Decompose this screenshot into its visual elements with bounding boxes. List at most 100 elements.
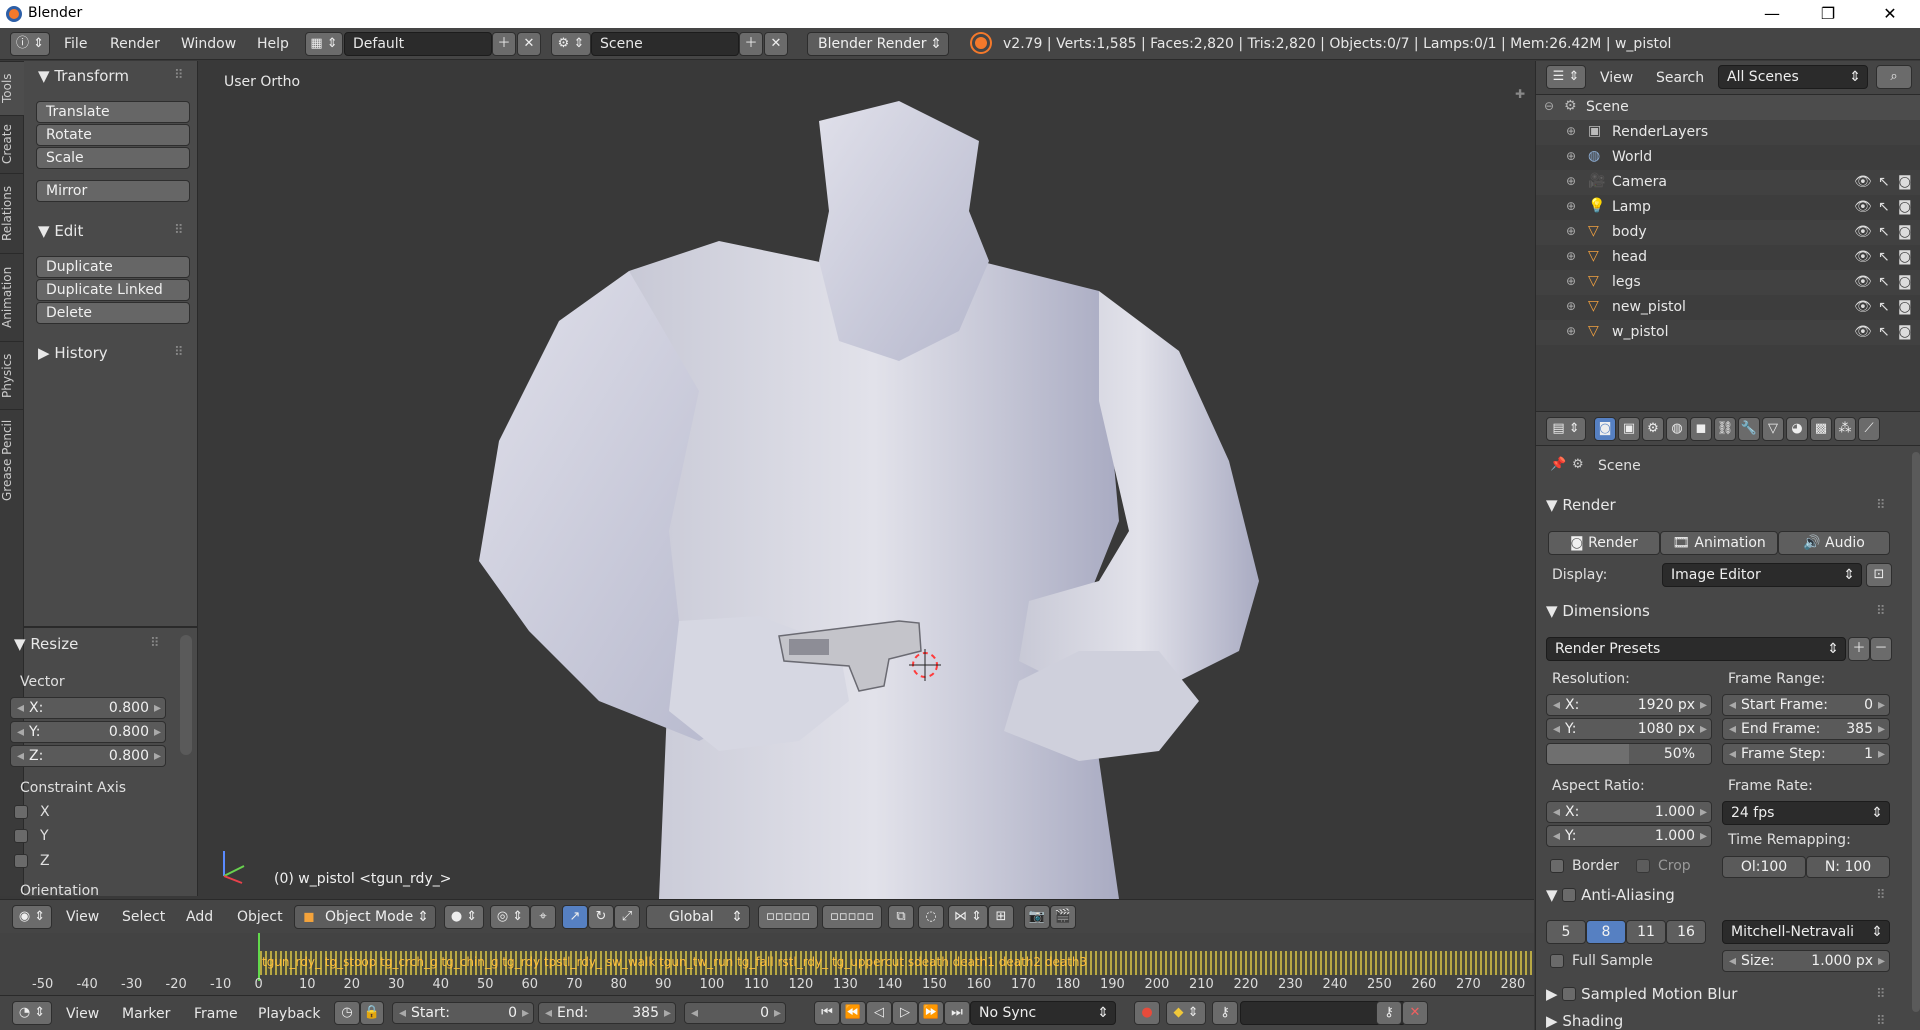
time-remap-new-field[interactable]: N: 100 (1806, 856, 1890, 878)
render-button[interactable]: ◙ Render (1548, 531, 1660, 555)
visibility-eye-icon[interactable]: 👁 (1854, 199, 1872, 215)
selectable-cursor-icon[interactable]: ↖ (1878, 174, 1890, 190)
jump-end-icon[interactable]: ⏭ (944, 1001, 970, 1025)
visibility-eye-icon[interactable]: 👁 (1854, 299, 1872, 315)
aspect-x-field[interactable]: ◂ X: 1.000 ▸ (1546, 801, 1712, 823)
outliner-item[interactable]: ⊕ ▽ legs 👁 ↖ ◙ (1536, 270, 1920, 295)
remove-preset-icon[interactable]: － (1870, 637, 1892, 661)
frame-step-field[interactable]: ◂ Frame Step: 1 ▸ (1722, 743, 1890, 765)
frame-ruler[interactable]: -50 -40 -30 -20 -10 0 10 20 30 40 50 60 70 80 90 100 110… (0, 977, 1534, 995)
render-preview-icon[interactable]: 📷 (1024, 905, 1050, 929)
render-presets-select[interactable]: Render Presets ⇕ (1546, 637, 1846, 661)
render-layers-context-icon[interactable]: ▣ (1618, 417, 1640, 441)
editor-type-properties-icon[interactable]: ▤ ⇕ (1546, 417, 1586, 441)
renderable-camera-icon[interactable]: ◙ (1898, 174, 1912, 190)
proportional-edit-icon[interactable]: ◌ (918, 905, 944, 929)
aa-filter-select[interactable]: Mitchell-Netravali ⇕ (1722, 920, 1890, 944)
motion-blur-panel-header[interactable]: ▶ Sampled Motion Blur (1546, 985, 1737, 1003)
preview-range-icon[interactable]: ◷ (334, 1001, 360, 1025)
expand-icon[interactable]: ⊕ (1566, 324, 1576, 338)
add-layout-icon[interactable]: ＋ (492, 32, 516, 56)
outliner-item[interactable]: ⊕ ▽ head 👁 ↖ ◙ (1536, 245, 1920, 270)
drag-handle-icon[interactable]: ⠿ (1876, 604, 1886, 619)
3d-viewport[interactable]: User Ortho ✚ (0) w_pistol <tgun_rdy_> (199, 61, 1534, 899)
constraint-x-checkbox[interactable] (14, 805, 28, 819)
texture-context-icon[interactable]: ▩ (1810, 417, 1832, 441)
renderable-camera-icon[interactable]: ◙ (1898, 224, 1912, 240)
scrollbar[interactable] (180, 635, 192, 755)
search-icon[interactable]: ⌕ (1876, 65, 1912, 89)
tab-tools[interactable]: Tools (0, 61, 24, 115)
screen-layout-icon[interactable]: ▦ ⇕ (305, 32, 343, 56)
renderable-camera-icon[interactable]: ◙ (1898, 324, 1912, 340)
scene-icon[interactable]: ⚙ ⇕ (551, 32, 591, 56)
transform-orientation-select[interactable]: Global ⇕ (646, 905, 750, 929)
menu-outliner-view[interactable]: View (1600, 70, 1633, 86)
menu-playback[interactable]: Playback (258, 1006, 320, 1022)
border-checkbox[interactable] (1550, 859, 1564, 873)
anti-aliasing-panel-header[interactable]: ▼ Anti-Aliasing (1546, 886, 1675, 904)
lock-layers-icon[interactable]: ⧉ (888, 905, 914, 929)
collapse-icon[interactable]: ⊖ (1544, 99, 1554, 113)
drag-handle-icon[interactable]: ⠿ (1876, 888, 1886, 903)
drag-handle-icon[interactable]: ⠿ (174, 223, 184, 238)
menu-view[interactable]: View (66, 909, 99, 925)
renderable-camera-icon[interactable]: ◙ (1898, 299, 1912, 315)
material-context-icon[interactable]: ◕ (1786, 417, 1808, 441)
expand-icon[interactable]: ⊕ (1566, 274, 1576, 288)
outliner-item[interactable]: ⊕ ▣ RenderLayers (1536, 120, 1920, 145)
selectable-cursor-icon[interactable]: ↖ (1878, 224, 1890, 240)
full-sample-checkbox[interactable] (1550, 954, 1564, 968)
visibility-eye-icon[interactable]: 👁 (1854, 324, 1872, 340)
aa-samples-5[interactable]: 5 (1546, 920, 1586, 944)
drag-handle-icon[interactable]: ⠿ (1876, 987, 1886, 1002)
vector-x-field[interactable]: ◂ X: 0.800 ▸ (10, 697, 166, 719)
pin-icon[interactable]: 📌 (1550, 457, 1566, 472)
visibility-eye-icon[interactable]: 👁 (1854, 224, 1872, 240)
minimize-button[interactable]: — (1744, 0, 1800, 28)
expand-icon[interactable]: ⊕ (1566, 149, 1576, 163)
editor-type-3d-icon[interactable]: ◉ ⇕ (12, 905, 52, 929)
anti-aliasing-checkbox[interactable] (1562, 887, 1577, 902)
properties-scrollbar[interactable] (1912, 452, 1920, 1012)
scene-context-icon[interactable]: ⚙ (1642, 417, 1664, 441)
translate-manipulator-icon[interactable]: ↗ (562, 905, 588, 929)
menu-help[interactable]: Help (257, 36, 289, 52)
drag-handle-icon[interactable]: ⠿ (1876, 1014, 1886, 1029)
outliner-filter-select[interactable]: All Scenes ⇕ (1718, 65, 1868, 89)
mirror-button[interactable]: Mirror (36, 180, 190, 202)
constraint-y-checkbox[interactable] (14, 829, 28, 843)
keying-set-icon[interactable]: ◆ ⇕ (1166, 1001, 1206, 1025)
dimensions-panel-header[interactable]: ▼ Dimensions (1546, 602, 1650, 620)
end-frame-field[interactable]: ◂ End: 385 ▸ (538, 1002, 676, 1024)
editor-type-outliner-icon[interactable]: ☰ ⇕ (1546, 65, 1586, 89)
rotate-manipulator-icon[interactable]: ↻ (588, 905, 614, 929)
crop-checkbox[interactable] (1636, 859, 1650, 873)
render-context-icon[interactable]: ◙ (1594, 417, 1616, 441)
menu-outliner-search[interactable]: Search (1656, 70, 1704, 86)
outliner-item[interactable]: ⊕ ▽ body 👁 ↖ ◙ (1536, 220, 1920, 245)
aa-samples-8[interactable]: 8 (1586, 920, 1626, 944)
jump-start-icon[interactable]: ⏮ (814, 1001, 840, 1025)
outliner-item[interactable]: ⊕ 💡 Lamp 👁 ↖ ◙ (1536, 195, 1920, 220)
modifiers-context-icon[interactable]: 🔧 (1738, 417, 1760, 441)
menu-file[interactable]: File (64, 36, 87, 52)
constraint-z-checkbox[interactable] (14, 854, 28, 868)
selectable-cursor-icon[interactable]: ↖ (1878, 299, 1890, 315)
insert-keyframe-icon[interactable]: ⚷ (1376, 1001, 1402, 1025)
end-frame-prop-field[interactable]: ◂ End Frame: 385 ▸ (1722, 718, 1890, 740)
translate-button[interactable]: Translate (36, 101, 190, 123)
play-icon[interactable]: ▷ (892, 1001, 918, 1025)
renderable-camera-icon[interactable]: ◙ (1898, 199, 1912, 215)
tab-physics[interactable]: Physics (0, 341, 24, 409)
keyframe-insert-icon[interactable]: ⚷ (1212, 1001, 1238, 1025)
record-icon[interactable]: ● (1134, 1001, 1160, 1025)
aspect-y-field[interactable]: ◂ Y: 1.000 ▸ (1546, 825, 1712, 847)
physics-context-icon[interactable]: ⟋ (1858, 417, 1880, 441)
history-panel-header[interactable]: ▶ History (38, 344, 108, 362)
expand-icon[interactable]: ⊕ (1566, 224, 1576, 238)
tab-animation[interactable]: Animation (0, 253, 24, 341)
snap-target-icon[interactable]: ⊞ (988, 905, 1014, 929)
vector-y-field[interactable]: ◂ Y: 0.800 ▸ (10, 721, 166, 743)
delete-keyframe-icon[interactable]: ✕ (1402, 1001, 1428, 1025)
